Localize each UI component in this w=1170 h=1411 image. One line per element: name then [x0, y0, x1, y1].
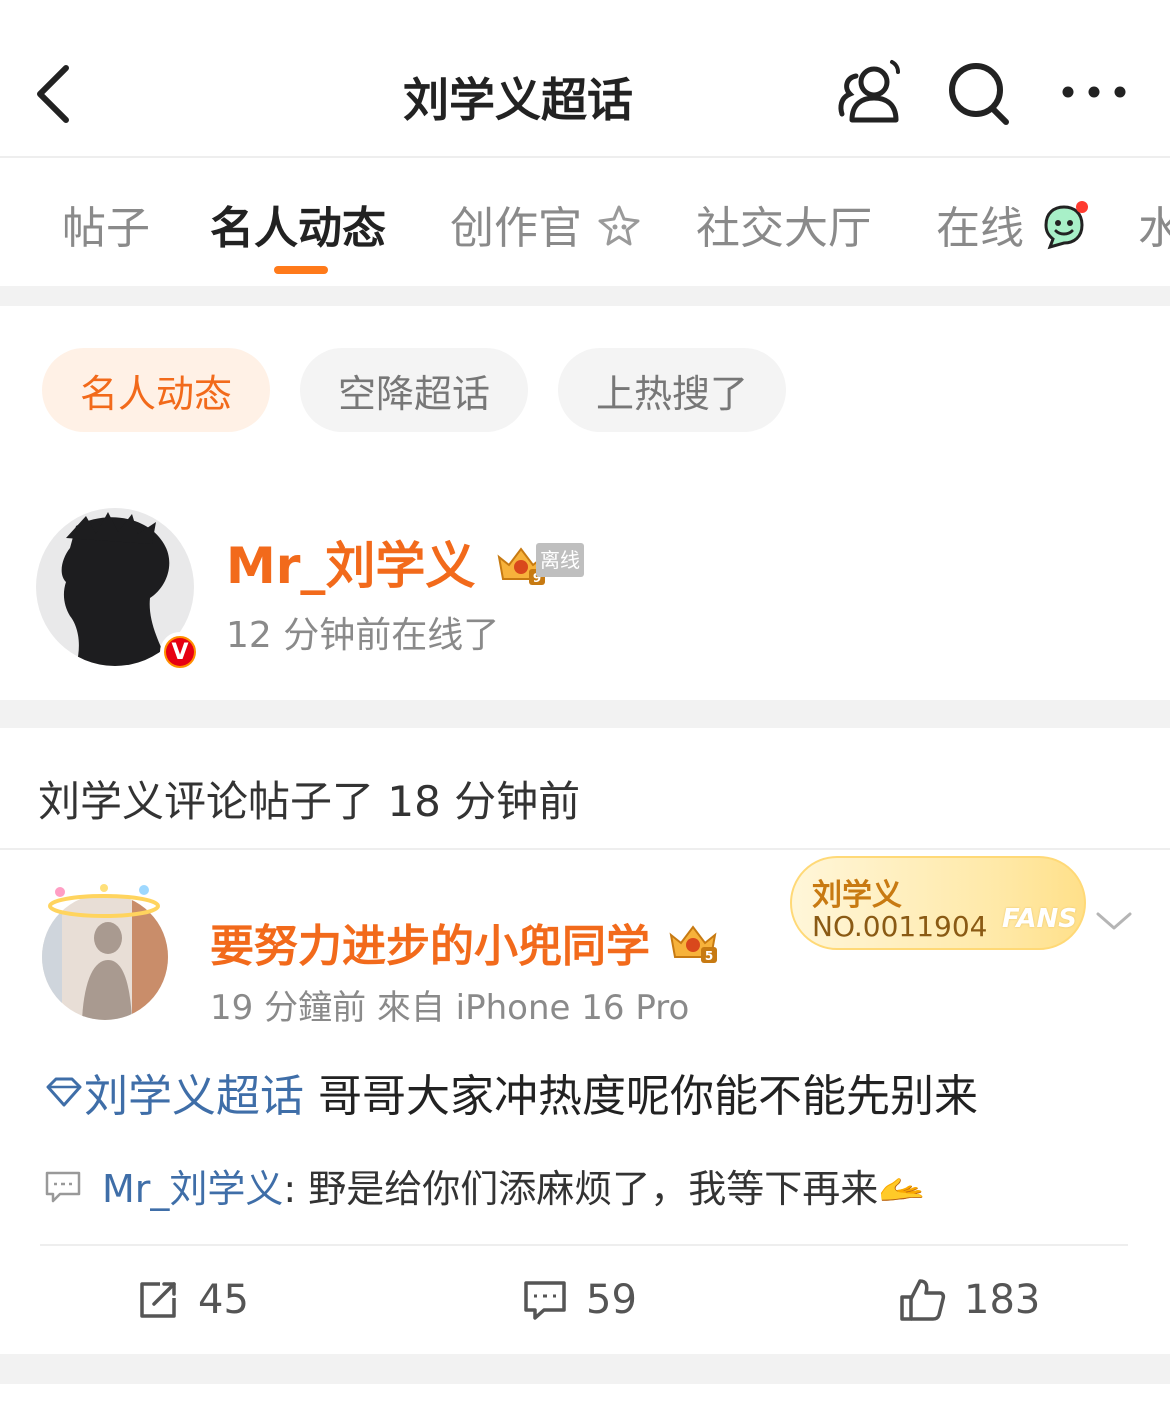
topic-link[interactable]: 刘学义超话 — [84, 1071, 304, 1122]
comment-icon — [524, 1281, 566, 1320]
last-online-text: 12 分钟前在线了 — [226, 615, 500, 656]
filter-celebrity-updates[interactable]: 名人动态 — [42, 348, 270, 432]
comment-button[interactable]: 59 — [522, 1272, 637, 1328]
divider — [40, 1244, 1128, 1246]
search-icon — [949, 63, 1009, 125]
tab-celebrity-updates[interactable]: 名人动态 — [210, 192, 386, 256]
comment-count: 59 — [586, 1277, 637, 1323]
like-button[interactable]: 183 — [898, 1272, 1040, 1328]
celebrity-name[interactable]: Mr_刘学义 9 — [226, 526, 549, 598]
filter-trending[interactable]: 上热搜了 — [558, 348, 786, 432]
tab-social-hall[interactable]: 社交大厅 — [696, 192, 872, 256]
svg-text:5: 5 — [705, 949, 713, 963]
fans-card-number: NO.0011904 — [812, 910, 988, 943]
filter-airdrop-topic[interactable]: 空降超话 — [300, 348, 528, 432]
active-tab-indicator — [274, 266, 328, 274]
smile-chat-icon — [1044, 201, 1088, 250]
avatar-halo-decoration — [48, 884, 160, 918]
poster-name[interactable]: 要努力进步的小兜同学 5 — [210, 910, 721, 974]
tab-water[interactable]: 水 — [1138, 192, 1170, 256]
repost-icon — [140, 1282, 176, 1318]
crown-badge-icon: 5 — [669, 925, 718, 963]
chevron-down-icon[interactable] — [1094, 906, 1134, 936]
tab-bar: 帖子 名人动态 创作官 社交大厅 在线 水 — [0, 160, 1170, 286]
divider — [0, 848, 1170, 850]
more-button[interactable] — [1058, 56, 1130, 128]
tab-creator[interactable]: 创作官 — [450, 192, 642, 256]
offline-status-tag: 离线 — [536, 543, 584, 577]
post-meta: 19 分鐘前 來自 iPhone 16 Pro — [210, 988, 690, 1028]
fans-card[interactable]: 刘学义 NO.0011904 FANS — [790, 856, 1086, 950]
repost-button[interactable]: 45 — [136, 1272, 249, 1328]
friends-button[interactable] — [834, 56, 906, 128]
fans-card-word: FANS — [1002, 904, 1078, 934]
top-bar: 刘学义超话 — [0, 0, 1170, 158]
tab-online[interactable]: 在线 — [936, 192, 1090, 256]
search-button[interactable] — [944, 56, 1016, 128]
repost-count: 45 — [198, 1277, 249, 1323]
like-icon — [900, 1279, 946, 1321]
reply-text: : 野是给你们添麻烦了，我等下再来 — [283, 1167, 879, 1211]
celebrity-reply[interactable]: Mr_刘学义: 野是给你们添麻烦了，我等下再来🫴 — [44, 1158, 926, 1213]
activity-summary: 刘学义评论帖子了 18 分钟前 — [38, 777, 581, 826]
post-text: 哥哥大家冲热度呢你能不能先别来 — [318, 1071, 978, 1122]
fans-card-name: 刘学义 — [812, 878, 902, 913]
post-body: 刘学义超话 哥哥大家冲热度呢你能不能先别来 — [44, 1060, 978, 1124]
reply-emoji: 🫴 — [878, 1167, 926, 1211]
reply-user[interactable]: Mr_刘学义 — [102, 1167, 283, 1211]
section-gap — [0, 700, 1170, 728]
diamond-topic-icon — [46, 1077, 82, 1107]
comment-icon — [45, 1171, 81, 1203]
section-gap — [0, 286, 1170, 306]
verified-badge: V — [160, 632, 200, 672]
friends-icon — [838, 60, 900, 123]
more-icon — [1062, 86, 1126, 98]
like-count: 183 — [964, 1277, 1041, 1323]
sparkle-icon — [598, 205, 640, 246]
section-gap — [0, 1354, 1170, 1384]
tab-posts[interactable]: 帖子 — [62, 192, 150, 256]
